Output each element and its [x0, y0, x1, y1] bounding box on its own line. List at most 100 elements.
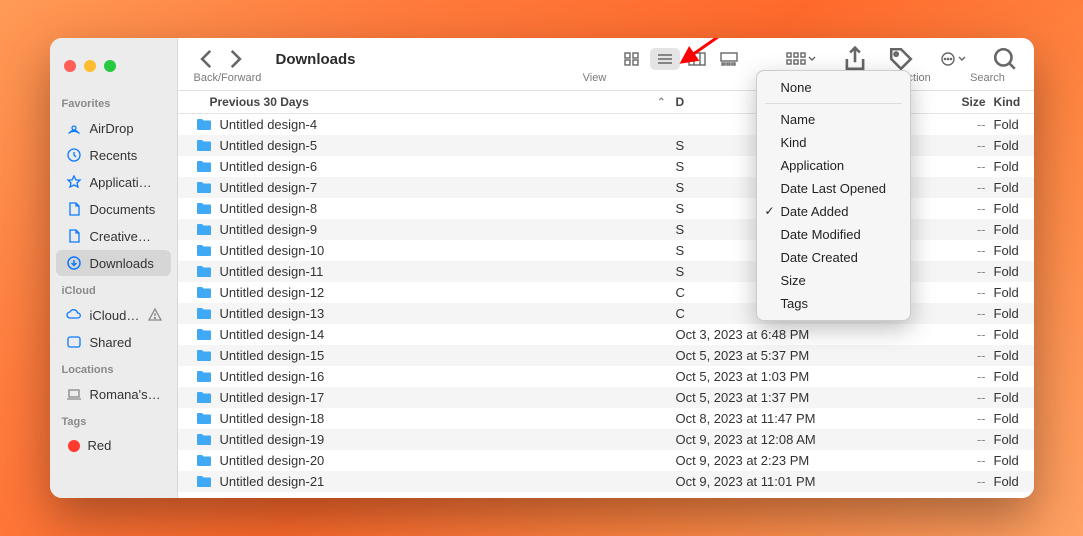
group-by-application[interactable]: Application: [757, 154, 910, 177]
action-menu-button[interactable]: [934, 49, 972, 69]
file-name: Untitled design-5: [220, 138, 318, 153]
check-icon: ✓: [765, 204, 775, 218]
file-size: --: [906, 159, 986, 174]
list-view-button[interactable]: [650, 48, 680, 70]
file-size: --: [906, 306, 986, 321]
tag-circle-icon: [68, 440, 80, 452]
file-name: Untitled design-9: [220, 222, 318, 237]
group-by-date-last-opened[interactable]: Date Last Opened: [757, 177, 910, 200]
file-size: --: [906, 201, 986, 216]
file-kind: Fold: [986, 453, 1034, 468]
folder-icon: [196, 265, 212, 278]
zoom-window-button[interactable]: [104, 60, 116, 72]
group-by-button[interactable]: [780, 50, 822, 68]
column-size[interactable]: Size: [906, 95, 986, 109]
label-search: Search: [958, 72, 1018, 84]
group-by-tags[interactable]: Tags: [757, 292, 910, 315]
file-size: --: [906, 222, 986, 237]
file-row[interactable]: Untitled design-17Oct 5, 2023 at 1:37 PM…: [178, 387, 1034, 408]
chevron-down-icon: [958, 56, 966, 62]
tag-label: Red: [88, 438, 112, 453]
folder-icon: [196, 202, 212, 215]
folder-icon: [196, 118, 212, 131]
label-nav: Back/Forward: [194, 72, 259, 84]
file-kind: Fold: [986, 180, 1034, 195]
file-size: --: [906, 348, 986, 363]
sidebar-item-creative[interactable]: Creative…: [56, 223, 171, 249]
file-size: --: [906, 117, 986, 132]
folder-icon: [196, 433, 212, 446]
file-kind: Fold: [986, 285, 1034, 300]
back-button[interactable]: [194, 48, 220, 70]
folder-icon: [196, 307, 212, 320]
sidebar-item-airdrop[interactable]: AirDrop: [56, 115, 171, 141]
minimize-window-button[interactable]: [84, 60, 96, 72]
share-button[interactable]: [842, 48, 868, 70]
cloud-icon: [66, 307, 82, 323]
file-size: --: [906, 432, 986, 447]
sidebar-item-shared[interactable]: Shared: [56, 329, 171, 355]
file-row[interactable]: Untitled design-16 Oct 5, 2023 at 1:03 PM…: [178, 366, 1034, 387]
download-icon: [66, 255, 82, 271]
tags-button[interactable]: [888, 48, 914, 70]
file-kind: Fold: [986, 117, 1034, 132]
chevron-down-icon: [808, 56, 816, 62]
icon-view-button[interactable]: [618, 48, 648, 70]
file-kind: Fold: [986, 411, 1034, 426]
file-kind: Fold: [986, 327, 1034, 342]
gallery-view-button[interactable]: [714, 48, 744, 70]
group-by-date-modified[interactable]: Date Modified: [757, 223, 910, 246]
sidebar-item-documents[interactable]: Documents: [56, 196, 171, 222]
file-name: Untitled design-6: [220, 159, 318, 174]
file-name: Untitled design-15: [220, 348, 325, 363]
group-by-size[interactable]: Size: [757, 269, 910, 292]
file-row[interactable]: Untitled design-19Oct 9, 2023 at 12:08 A…: [178, 429, 1034, 450]
file-row[interactable]: Untitled design-20 Oct 9, 2023 at 2:23 PM…: [178, 450, 1034, 471]
file-kind: Fold: [986, 432, 1034, 447]
column-view-button[interactable]: [682, 48, 712, 70]
folder-icon: [196, 370, 212, 383]
sidebar-tag-red[interactable]: Red: [56, 433, 171, 458]
file-name: Untitled design-20: [220, 453, 325, 468]
search-button[interactable]: [992, 48, 1018, 70]
group-by-date-added[interactable]: Date Added✓: [757, 200, 910, 223]
file-name: Untitled design-7: [220, 180, 318, 195]
file-date: Oct 9, 2023 at 2:23 PM: [676, 453, 906, 468]
sidebar-item-icloud[interactable]: iCloud…: [56, 302, 171, 328]
file-name: Untitled design-21: [220, 474, 325, 489]
forward-button[interactable]: [222, 48, 248, 70]
airdrop-icon: [66, 120, 82, 136]
close-window-button[interactable]: [64, 60, 76, 72]
file-name: Untitled design-16: [220, 369, 325, 384]
column-name[interactable]: Previous 30 Days⌃: [178, 95, 676, 109]
file-kind: Fold: [986, 348, 1034, 363]
file-date: Oct 5, 2023 at 5:37 PM: [676, 348, 906, 363]
menu-separator: [765, 103, 902, 104]
file-row[interactable]: Untitled design-14Oct 3, 2023 at 6:48 PM…: [178, 324, 1034, 345]
file-name: Untitled design-14: [220, 327, 325, 342]
file-size: --: [906, 411, 986, 426]
sidebar-label: Romana's…: [90, 387, 161, 402]
sidebar-label: Shared: [90, 335, 132, 350]
file-date: Oct 5, 2023 at 1:03 PM: [676, 369, 906, 384]
sidebar-item-romanas[interactable]: Romana's…: [56, 381, 171, 407]
group-by-date-created[interactable]: Date Created: [757, 246, 910, 269]
laptop-icon: [66, 386, 82, 402]
group-by-kind[interactable]: Kind: [757, 131, 910, 154]
folder-icon: [196, 454, 212, 467]
sidebar-item-applicati[interactable]: Applicati…: [56, 169, 171, 195]
group-by-name[interactable]: Name: [757, 108, 910, 131]
sort-chevron-icon: ⌃: [657, 97, 665, 108]
file-row[interactable]: Untitled design-21 Oct 9, 2023 at 11:01 P…: [178, 471, 1034, 492]
folder-icon: [196, 223, 212, 236]
folder-icon: [196, 475, 212, 488]
file-row[interactable]: Untitled design-18Oct 8, 2023 at 11:47 P…: [178, 408, 1034, 429]
group-by-none[interactable]: None: [757, 76, 910, 99]
file-row[interactable]: Untitled design-15 Oct 5, 2023 at 5:37 PM…: [178, 345, 1034, 366]
sidebar-label: Documents: [90, 202, 156, 217]
file-date: Oct 9, 2023 at 11:01 PM: [676, 474, 906, 489]
sidebar-item-downloads[interactable]: Downloads: [56, 250, 171, 276]
file-name: Untitled design-12: [220, 285, 325, 300]
column-kind[interactable]: Kind: [986, 95, 1034, 109]
sidebar-item-recents[interactable]: Recents: [56, 142, 171, 168]
